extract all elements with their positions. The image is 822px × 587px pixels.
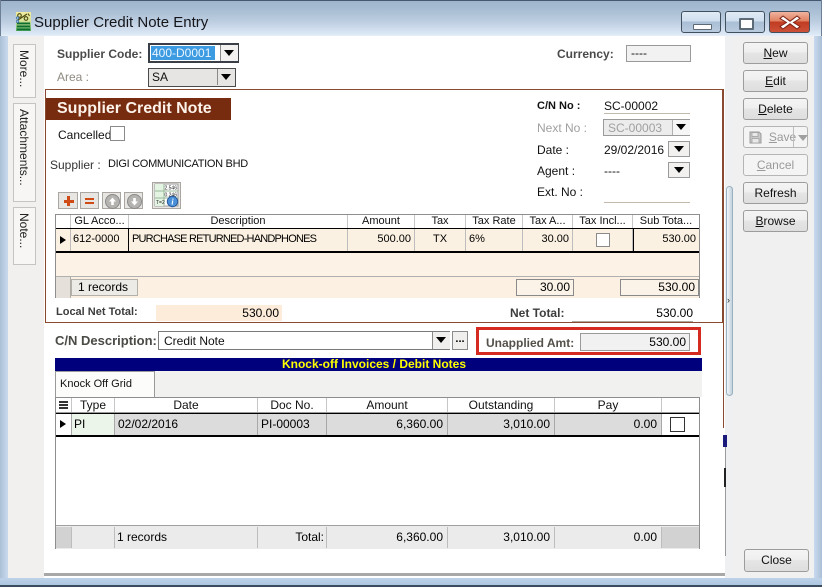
svg-text:2.546: 2.546 [164,186,177,192]
svg-text:T=2: T=2 [156,200,165,206]
